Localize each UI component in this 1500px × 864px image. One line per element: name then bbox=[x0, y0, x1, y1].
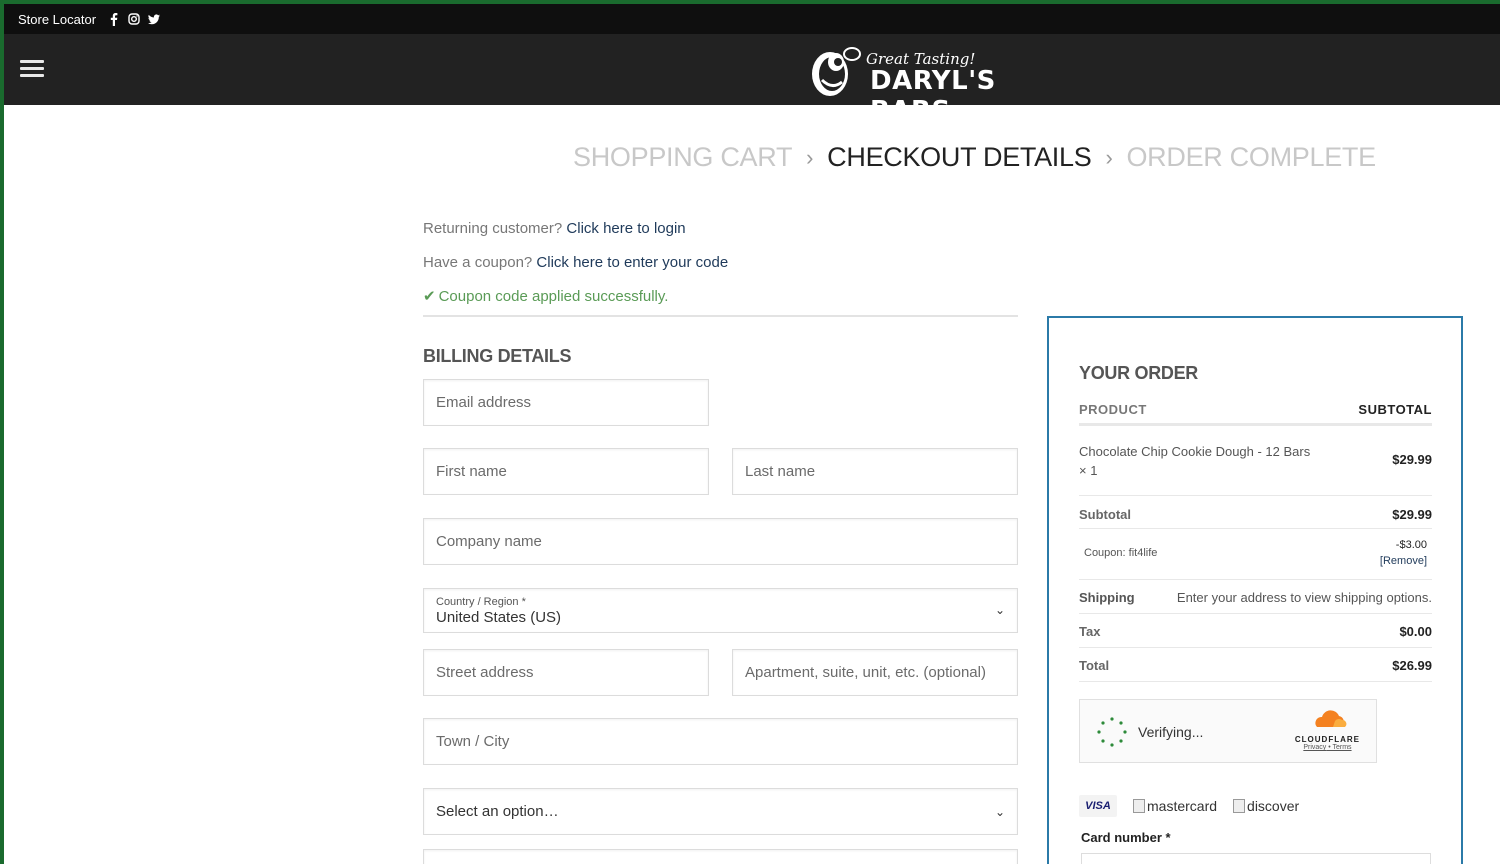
card-number-label: Card number * bbox=[1081, 830, 1171, 845]
subtotal-row: Subtotal $29.99 bbox=[1079, 496, 1432, 529]
chevron-down-icon: ⌄ bbox=[994, 804, 1005, 819]
first-name-input[interactable] bbox=[436, 463, 708, 480]
first-name-field[interactable] bbox=[423, 448, 709, 495]
divider bbox=[423, 315, 1018, 317]
enter-coupon-link[interactable]: Click here to enter your code bbox=[536, 254, 728, 271]
cloudflare-turnstile[interactable]: Verifying... CLOUDFLARE Privacy • Terms bbox=[1079, 699, 1377, 763]
shipping-row: Shipping Enter your address to view ship… bbox=[1079, 580, 1432, 614]
tax-value: $0.00 bbox=[1399, 624, 1432, 639]
remove-coupon-link[interactable]: [Remove] bbox=[1380, 555, 1427, 567]
menu-icon[interactable] bbox=[20, 60, 44, 78]
last-name-input[interactable] bbox=[745, 463, 1017, 480]
social-links bbox=[108, 12, 161, 26]
coupon-success-text: Coupon code applied successfully. bbox=[438, 288, 669, 305]
coupon-prompt-text: Have a coupon? bbox=[423, 254, 533, 271]
country-select[interactable]: Country / Region * United States (US) ⌄ bbox=[423, 588, 1018, 633]
chevron-right-icon: › bbox=[806, 144, 814, 170]
state-select-value: Select an option… bbox=[436, 803, 559, 820]
item-price: $29.99 bbox=[1392, 452, 1432, 467]
last-name-field[interactable] bbox=[732, 448, 1018, 495]
company-field[interactable] bbox=[423, 518, 1018, 565]
shipping-value: Enter your address to view shipping opti… bbox=[1176, 590, 1432, 605]
order-summary-panel: YOUR ORDER PRODUCT SUBTOTAL Chocolate Ch… bbox=[1047, 316, 1463, 864]
state-select[interactable]: Select an option… ⌄ bbox=[423, 788, 1018, 835]
total-row: Total $26.99 bbox=[1079, 648, 1432, 682]
verifying-text: Verifying... bbox=[1138, 724, 1204, 740]
coupon-success-message: ✔ Coupon code applied successfully. bbox=[423, 287, 668, 305]
step-shopping-cart[interactable]: SHOPPING CART bbox=[573, 142, 792, 173]
company-input[interactable] bbox=[436, 533, 1017, 550]
checkout-steps: SHOPPING CART › CHECKOUT DETAILS › ORDER… bbox=[573, 142, 1376, 173]
coupon-row: Coupon: fit4life -$3.00 [Remove] bbox=[1079, 529, 1432, 580]
mastercard-icon: mastercard bbox=[1133, 798, 1217, 814]
payment-card-logos: VISA mastercard discover bbox=[1079, 795, 1299, 817]
country-label: Country / Region * bbox=[436, 595, 526, 608]
returning-customer-notice: Returning customer? Click here to login bbox=[423, 220, 686, 237]
postcode-field[interactable] bbox=[423, 849, 1018, 864]
checkmark-icon: ✔ bbox=[423, 288, 436, 305]
city-input[interactable] bbox=[436, 733, 1017, 750]
tax-row: Tax $0.00 bbox=[1079, 614, 1432, 648]
shipping-label: Shipping bbox=[1079, 590, 1135, 605]
total-label: Total bbox=[1079, 658, 1110, 673]
privacy-link[interactable]: Privacy bbox=[1303, 744, 1326, 751]
total-value: $26.99 bbox=[1392, 658, 1432, 673]
subtotal-value: $29.99 bbox=[1392, 507, 1432, 522]
coupon-notice: Have a coupon? Click here to enter your … bbox=[423, 254, 728, 271]
terms-link[interactable]: Terms bbox=[1333, 744, 1352, 751]
coupon-discount: -$3.00 bbox=[1395, 539, 1427, 551]
chevron-down-icon: ⌄ bbox=[994, 603, 1005, 617]
chevron-right-icon: › bbox=[1105, 144, 1113, 170]
email-input[interactable] bbox=[436, 394, 708, 411]
loading-spinner-icon bbox=[1097, 717, 1127, 747]
step-checkout-details[interactable]: CHECKOUT DETAILS bbox=[827, 142, 1092, 173]
apartment-field[interactable] bbox=[732, 649, 1018, 696]
street-address-field[interactable] bbox=[423, 649, 709, 696]
instagram-icon[interactable] bbox=[128, 13, 140, 25]
cloudflare-cloud-icon bbox=[1315, 710, 1347, 727]
twitter-icon[interactable] bbox=[148, 13, 161, 25]
city-field[interactable] bbox=[423, 718, 1018, 765]
apartment-input[interactable] bbox=[745, 664, 1017, 681]
coupon-label: Coupon: fit4life bbox=[1084, 547, 1158, 559]
top-bar: Store Locator bbox=[4, 4, 1500, 34]
visa-icon: VISA bbox=[1079, 795, 1117, 817]
country-value: United States (US) bbox=[436, 608, 562, 626]
tax-label: Tax bbox=[1079, 624, 1101, 639]
cloudflare-wordmark: CLOUDFLARE bbox=[1294, 735, 1360, 744]
site-logo[interactable]: Great Tasting! DARYL'S BARS bbox=[808, 40, 1080, 126]
billing-details-title: BILLING DETAILS bbox=[423, 346, 572, 366]
card-number-input[interactable] bbox=[1081, 853, 1431, 864]
col-subtotal: SUBTOTAL bbox=[1358, 402, 1432, 417]
discover-icon: discover bbox=[1233, 798, 1299, 814]
store-locator-link[interactable]: Store Locator bbox=[18, 12, 96, 27]
facebook-icon[interactable] bbox=[108, 12, 120, 26]
street-address-input[interactable] bbox=[436, 664, 708, 681]
col-product: PRODUCT bbox=[1079, 402, 1147, 417]
logo-brand: DARYL'S BARS bbox=[870, 66, 996, 126]
returning-customer-text: Returning customer? bbox=[423, 220, 563, 237]
order-title: YOUR ORDER bbox=[1079, 363, 1199, 383]
site-header: Great Tasting! DARYL'S BARS bbox=[4, 34, 1500, 126]
email-field[interactable] bbox=[423, 379, 709, 426]
step-order-complete: ORDER COMPLETE bbox=[1126, 142, 1376, 172]
cloudflare-branding: CLOUDFLARE Privacy • Terms bbox=[1295, 710, 1360, 751]
item-name: Chocolate Chip Cookie Dough - 12 Bars × 1 bbox=[1079, 444, 1311, 478]
subtotal-label: Subtotal bbox=[1079, 507, 1131, 522]
order-table-header: PRODUCT SUBTOTAL bbox=[1079, 402, 1432, 426]
login-link[interactable]: Click here to login bbox=[566, 220, 685, 237]
order-item-row: Chocolate Chip Cookie Dough - 12 Bars × 1… bbox=[1079, 430, 1432, 496]
bee-mascot-icon bbox=[812, 47, 861, 96]
